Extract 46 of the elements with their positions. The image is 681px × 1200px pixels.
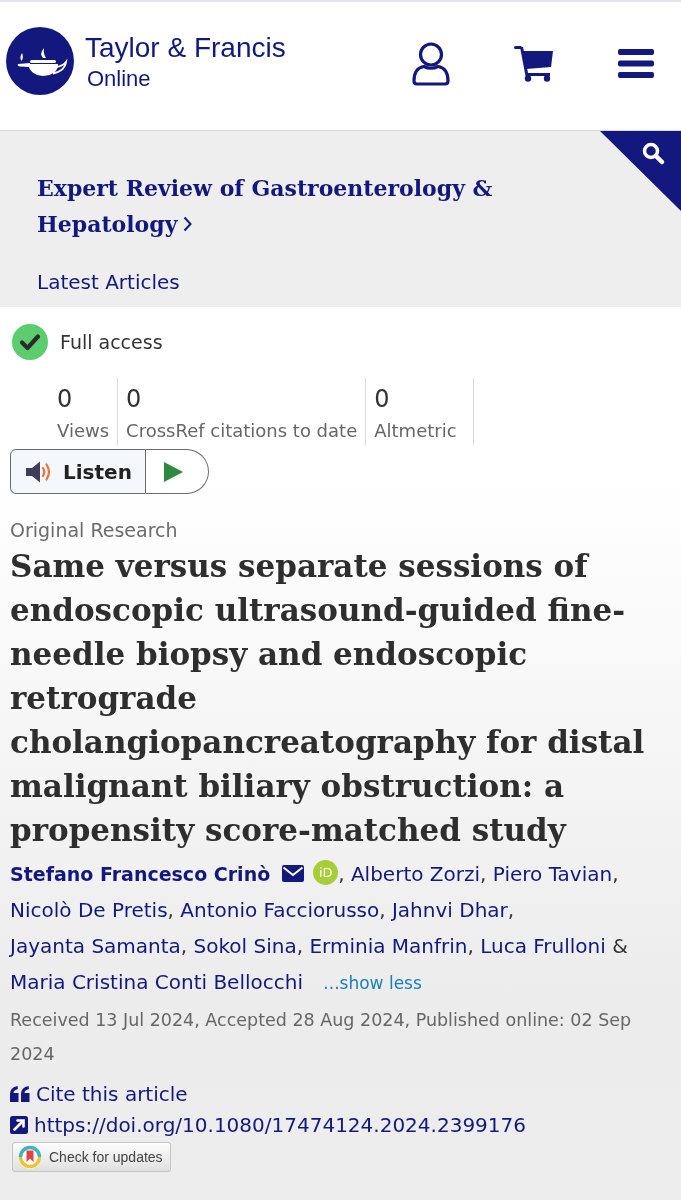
author-link[interactable]: Jayanta Samanta (10, 934, 181, 958)
author-link[interactable]: Alberto Zorzi (350, 862, 481, 886)
author-link[interactable]: Piero Tavian (492, 862, 613, 886)
metric-label: Altmetric (374, 419, 457, 443)
access-label: Full access (60, 331, 163, 353)
metric-value: 0 (374, 384, 391, 415)
cite-link[interactable]: Cite this article (36, 1081, 188, 1106)
check-icon (12, 324, 48, 360)
author-link[interactable]: Stefano Francesco Crinò (10, 863, 271, 885)
chevron-icon (183, 216, 193, 232)
quote-icon (10, 1085, 30, 1102)
cart-icon[interactable] (514, 45, 554, 82)
check-updates-button[interactable]: Check for updates (12, 1142, 171, 1172)
listen-button[interactable]: Listen (10, 449, 146, 494)
metric-label: Views (57, 419, 110, 443)
external-link-icon (10, 1115, 28, 1134)
search-button[interactable] (600, 131, 681, 211)
doi-link[interactable]: https://doi.org/10.1080/17474124.2024.2399176 (34, 1112, 526, 1137)
author-link[interactable]: Sokol Sina (193, 934, 297, 958)
author-link[interactable]: Jahnvi Dhar (391, 898, 508, 922)
publication-history: Received 13 Jul 2024, Accepted 28 Aug 2024, Published online: 02 Sep 2024 (10, 1009, 633, 1066)
speaker-icon (26, 460, 53, 483)
email-icon[interactable] (282, 865, 305, 882)
author-link[interactable]: Maria Cristina Conti Bellocchi (10, 970, 303, 994)
brand-subtitle: Online (87, 65, 152, 93)
play-icon (163, 461, 183, 482)
author-link[interactable]: Antonio Facciorusso (180, 898, 380, 922)
user-icon[interactable] (412, 41, 450, 86)
author-link[interactable]: Nicolò De Pretis (10, 898, 168, 922)
article-type: Original Research (10, 518, 179, 543)
show-less-link[interactable]: ...show less (323, 973, 422, 993)
section-link[interactable]: Latest Articles (37, 267, 180, 297)
article-title: Same versus separate sessions of endoscopic ultrasound-guided fine-needle biopsy and endoscopic retrograde cholangiopancreatography for distal malignant biliary obstruction: a propensity score-matched study (10, 547, 646, 850)
search-icon (642, 142, 665, 165)
author-link[interactable]: Erminia Manfrin (309, 934, 468, 958)
author-link[interactable]: Luca Frulloni (480, 934, 606, 958)
menu-icon[interactable] (618, 49, 654, 78)
brand-name: Taylor & Francis (85, 32, 286, 64)
metric-value: 0 (126, 384, 143, 415)
journal-title-link[interactable]: Expert Review of Gastroenterology & Hepatology (37, 170, 571, 242)
author-list: Stefano Francesco Crinò iD , Alberto Zorzi, Piero Tavian, Nicolò De Pretis, Antonio Facciorusso, Jahnvi Dhar, Jayanta Samanta, Sokol Sina, Erminia Manfrin, Luca Frulloni & Maria Cristina Conti Bellocchi ...show less (10, 856, 677, 1001)
bookmark-badge-icon (18, 1145, 42, 1169)
metric-value: 0 (57, 384, 74, 415)
play-button[interactable] (146, 449, 209, 494)
lamp-logo-icon[interactable] (6, 27, 74, 95)
metric-label: CrossRef citations to date (126, 419, 358, 443)
